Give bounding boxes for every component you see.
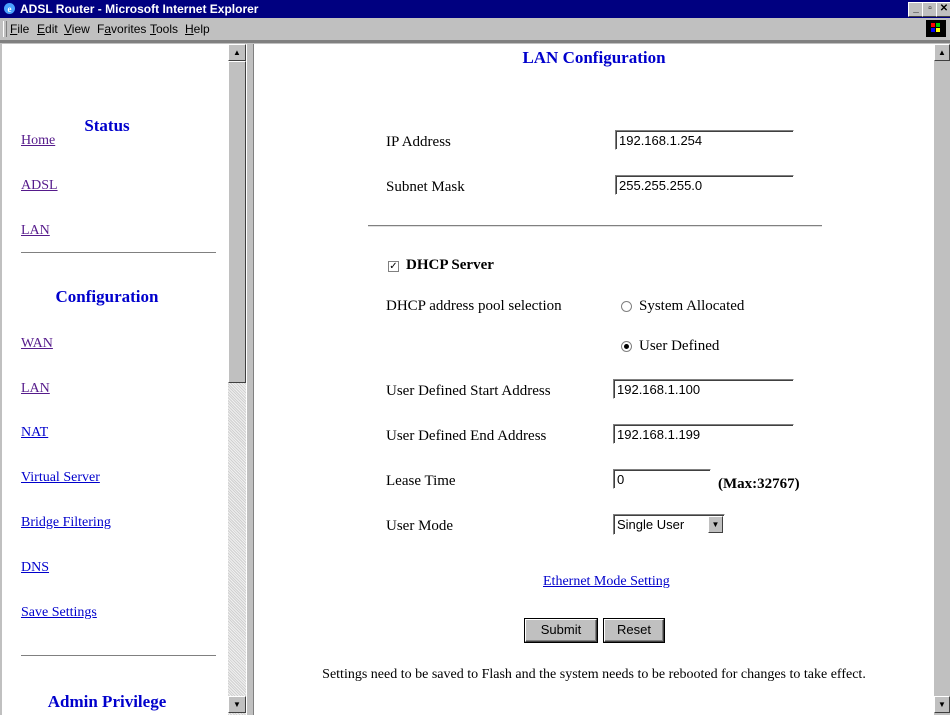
- start-address-label: User Defined Start Address: [386, 383, 551, 399]
- windows-logo-icon: [926, 20, 946, 37]
- ie-icon: e: [2, 1, 17, 16]
- frame-border: [0, 41, 950, 43]
- dhcp-server-label: DHCP Server: [406, 257, 494, 273]
- admin-privilege-heading: Admin Privilege: [47, 692, 167, 711]
- nav-divider: [21, 252, 216, 254]
- lease-time-label: Lease Time: [386, 473, 456, 489]
- user-defined-radio[interactable]: [621, 341, 632, 352]
- ip-address-label: IP Address: [386, 134, 451, 150]
- nav-link-home[interactable]: Home: [21, 133, 55, 149]
- configuration-heading: Configuration: [55, 287, 159, 306]
- user-mode-value: Single User: [617, 517, 685, 532]
- nav-link-nat[interactable]: NAT: [21, 425, 48, 441]
- nav-link-bridge-filtering[interactable]: Bridge Filtering: [21, 515, 111, 531]
- start-address-input[interactable]: 192.168.1.100: [613, 379, 794, 399]
- menu-bar: File Edit View Favorites Tools Help: [0, 18, 950, 41]
- ip-address-input[interactable]: 192.168.1.254: [615, 130, 794, 150]
- nav-link-virtual-server[interactable]: Virtual Server: [21, 470, 100, 486]
- nav-link-lan-config[interactable]: LAN: [21, 381, 50, 397]
- nav-divider: [21, 655, 216, 657]
- settings-note: Settings need to be saved to Flash and t…: [322, 667, 866, 682]
- end-address-label: User Defined End Address: [386, 428, 547, 444]
- system-allocated-label: System Allocated: [639, 298, 745, 314]
- menu-help[interactable]: Help: [185, 22, 210, 36]
- menu-favorites[interactable]: Favorites: [97, 22, 146, 36]
- dropdown-arrow-icon[interactable]: ▼: [708, 516, 723, 533]
- pool-selection-label: DHCP address pool selection: [386, 298, 562, 314]
- right-scrollbar[interactable]: ▲ ▼: [934, 44, 950, 715]
- dhcp-server-checkbox[interactable]: ✓: [388, 261, 399, 272]
- scroll-down-icon[interactable]: ▼: [228, 696, 246, 713]
- user-mode-select[interactable]: Single User ▼: [613, 514, 725, 535]
- lease-time-input[interactable]: 0: [613, 469, 711, 489]
- menu-grip: [3, 21, 7, 37]
- nav-link-adsl[interactable]: ADSL: [21, 178, 58, 194]
- lease-max-hint: (Max:32767): [718, 476, 800, 492]
- menu-tools[interactable]: Tools: [150, 22, 178, 36]
- end-address-input[interactable]: 192.168.1.199: [613, 424, 794, 444]
- user-defined-label: User Defined: [639, 338, 720, 354]
- scroll-up-icon[interactable]: ▲: [934, 44, 950, 61]
- section-divider: [368, 225, 822, 227]
- close-icon[interactable]: ✕: [936, 2, 950, 17]
- window-title: ADSL Router - Microsoft Internet Explore…: [20, 2, 259, 16]
- svg-text:e: e: [8, 4, 12, 14]
- frame-splitter[interactable]: [246, 44, 254, 715]
- ethernet-mode-link[interactable]: Ethernet Mode Setting: [543, 574, 670, 590]
- menu-edit[interactable]: Edit: [37, 22, 58, 36]
- scroll-down-icon[interactable]: ▼: [934, 696, 950, 713]
- page-title: LAN Configuration: [522, 48, 666, 67]
- subnet-mask-label: Subnet Mask: [386, 179, 465, 195]
- scroll-thumb[interactable]: [228, 61, 246, 383]
- menu-file[interactable]: File: [10, 22, 29, 36]
- nav-link-dns[interactable]: DNS: [21, 560, 49, 576]
- nav-link-lan-status[interactable]: LAN: [21, 223, 50, 239]
- menu-view[interactable]: View: [64, 22, 90, 36]
- nav-link-save-settings[interactable]: Save Settings: [21, 605, 97, 621]
- scroll-up-icon[interactable]: ▲: [228, 44, 246, 61]
- subnet-mask-input[interactable]: 255.255.255.0: [615, 175, 794, 195]
- system-allocated-radio[interactable]: [621, 301, 632, 312]
- title-bar: e ADSL Router - Microsoft Internet Explo…: [0, 0, 950, 18]
- submit-button[interactable]: Submit: [525, 619, 597, 642]
- left-nav-frame: Status Home ADSL LAN Configuration WAN L…: [2, 44, 228, 715]
- nav-link-wan[interactable]: WAN: [21, 336, 53, 352]
- main-content-frame: LAN Configuration IP Address 192.168.1.2…: [254, 44, 934, 715]
- checkmark-icon: ✓: [389, 261, 398, 272]
- user-mode-label: User Mode: [386, 518, 454, 534]
- reset-button[interactable]: Reset: [604, 619, 664, 642]
- left-scrollbar[interactable]: ▲ ▼: [228, 44, 246, 715]
